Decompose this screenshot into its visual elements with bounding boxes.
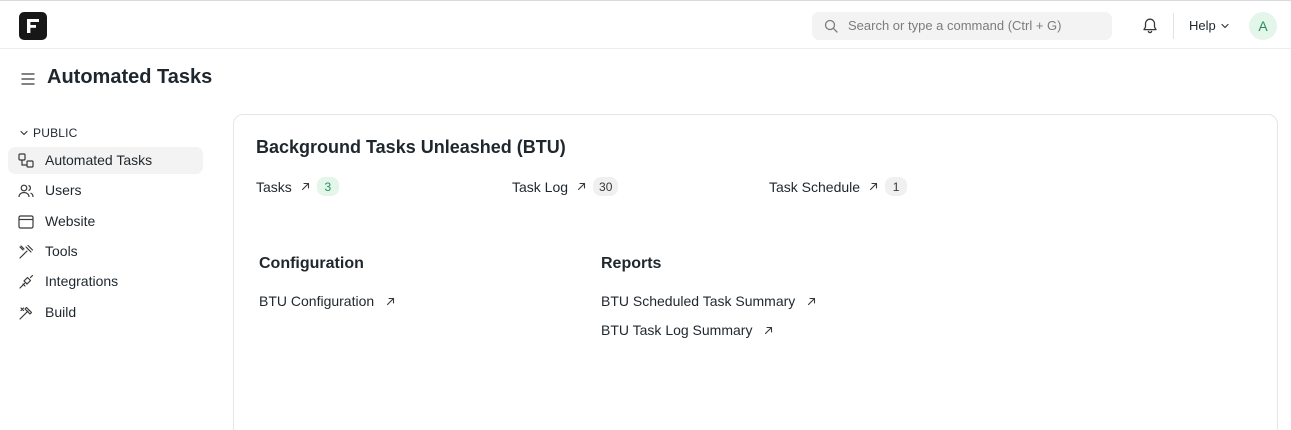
- search-icon: [824, 19, 838, 33]
- arrow-up-right-icon: [765, 326, 773, 334]
- sidebar-item-build[interactable]: Build: [8, 299, 203, 326]
- group-title-reports: Reports: [601, 255, 662, 272]
- website-icon: [18, 215, 34, 229]
- shortcut-tasks[interactable]: Tasks 3: [256, 177, 339, 196]
- frappe-logo-icon: [27, 19, 39, 33]
- link-label: BTU Scheduled Task Summary: [601, 293, 796, 309]
- arrow-up-right-icon: [387, 297, 395, 305]
- notification-bell-icon[interactable]: [1141, 17, 1159, 35]
- help-dropdown[interactable]: Help: [1189, 18, 1230, 33]
- page-title: Automated Tasks: [47, 66, 213, 88]
- link-btu-configuration[interactable]: BTU Configuration: [259, 293, 395, 309]
- sidebar-item-label: Automated Tasks: [45, 152, 153, 168]
- sidebar-item-website[interactable]: Website: [8, 208, 203, 235]
- arrow-up-right-icon: [301, 182, 309, 191]
- shortcut-label: Tasks: [256, 178, 292, 195]
- card-title: Background Tasks Unleashed (BTU): [256, 137, 566, 157]
- workflow-icon: [18, 153, 34, 168]
- search-input[interactable]: Search or type a command (Ctrl + G): [812, 12, 1112, 40]
- chevron-down-icon: [20, 130, 28, 136]
- sidebar-section-label: PUBLIC: [33, 126, 78, 140]
- sidebar-item-integrations[interactable]: Integrations: [8, 268, 203, 295]
- integrations-icon: [19, 274, 34, 289]
- sidebar-section-toggle[interactable]: PUBLIC: [19, 126, 78, 140]
- sidebar-item-label: Integrations: [45, 273, 119, 289]
- link-label: BTU Configuration: [259, 293, 375, 309]
- shortcut-task-schedule[interactable]: Task Schedule 1: [769, 177, 908, 196]
- search-placeholder: Search or type a command (Ctrl + G): [848, 18, 1062, 33]
- top-navbar: Search or type a command (Ctrl + G) Help…: [0, 0, 1291, 49]
- navbar-divider: [1173, 13, 1174, 39]
- arrow-up-right-icon: [808, 297, 816, 305]
- workspace-card: Background Tasks Unleashed (BTU) Tasks 3…: [233, 114, 1278, 430]
- link-label: BTU Task Log Summary: [601, 322, 753, 338]
- group-title-configuration: Configuration: [259, 255, 364, 272]
- count-badge: 1: [885, 177, 908, 196]
- sidebar-item-label: Website: [45, 213, 96, 229]
- arrow-up-right-icon: [577, 182, 586, 191]
- shortcut-task-log[interactable]: Task Log 30: [512, 177, 619, 196]
- shortcut-label: Task Schedule: [769, 178, 861, 195]
- arrow-up-right-icon: [870, 182, 878, 191]
- app-logo[interactable]: [19, 12, 47, 40]
- help-label: Help: [1189, 18, 1216, 33]
- sidebar-item-tools[interactable]: Tools: [8, 238, 203, 265]
- sidebar-item-users[interactable]: Users: [8, 177, 203, 204]
- sidebar-toggle-icon[interactable]: [20, 71, 36, 87]
- count-badge: 30: [593, 177, 619, 196]
- tools-icon: [19, 244, 34, 259]
- count-badge: 3: [316, 177, 339, 196]
- sidebar-item-label: Users: [45, 182, 82, 198]
- users-icon: [18, 184, 34, 198]
- build-icon: [19, 306, 33, 320]
- sidebar-item-automated-tasks[interactable]: Automated Tasks: [8, 147, 203, 174]
- shortcut-label: Task Log: [512, 178, 569, 195]
- user-avatar[interactable]: A: [1249, 12, 1277, 40]
- link-btu-scheduled-task-summary[interactable]: BTU Scheduled Task Summary: [601, 293, 816, 309]
- chevron-down-icon: [1221, 23, 1229, 28]
- sidebar-item-label: Tools: [45, 243, 78, 259]
- link-btu-task-log-summary[interactable]: BTU Task Log Summary: [601, 322, 773, 338]
- sidebar-item-label: Build: [45, 304, 77, 320]
